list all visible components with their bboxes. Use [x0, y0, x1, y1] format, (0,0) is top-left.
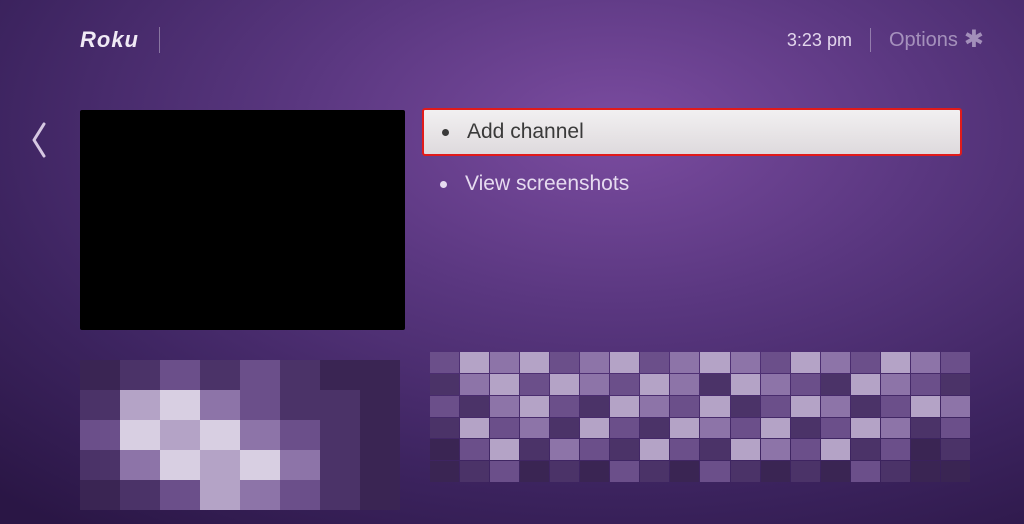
thumbnail-redaction	[110, 160, 375, 245]
menu-item-view-screenshots[interactable]: View screenshots	[422, 162, 962, 206]
clock-time: 3:23 pm	[787, 30, 852, 51]
header-divider	[870, 28, 871, 52]
header-bar: Roku 3:23 pm Options ✱	[0, 20, 1024, 60]
menu-item-add-channel[interactable]: Add channel	[422, 108, 962, 156]
bullet-icon	[442, 129, 449, 136]
bullet-icon	[440, 181, 447, 188]
logo-divider	[159, 27, 160, 53]
back-button[interactable]	[28, 120, 50, 165]
menu-item-label: View screenshots	[465, 172, 629, 196]
redacted-title-area	[80, 360, 400, 510]
channel-thumbnail	[80, 110, 405, 330]
redacted-description-area	[430, 352, 970, 482]
roku-logo: Roku	[80, 27, 139, 53]
options-button[interactable]: Options ✱	[889, 28, 984, 52]
menu-item-label: Add channel	[467, 120, 584, 144]
asterisk-icon: ✱	[964, 28, 984, 52]
chevron-left-icon	[28, 120, 50, 160]
action-menu: Add channel View screenshots	[422, 108, 962, 212]
options-label: Options	[889, 29, 958, 52]
